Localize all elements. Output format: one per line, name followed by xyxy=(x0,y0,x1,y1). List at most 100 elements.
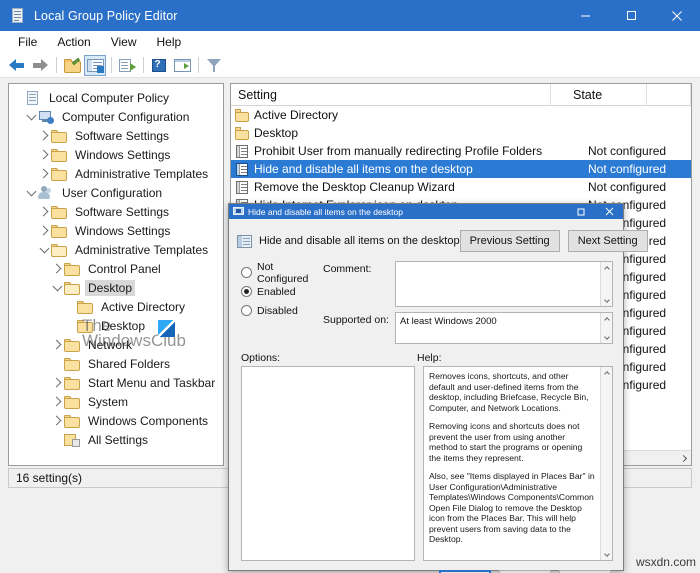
radio-disabled-label: Disabled xyxy=(257,305,298,317)
menu-action[interactable]: Action xyxy=(47,33,100,51)
help-icon: ? xyxy=(151,58,168,73)
options-label: Options: xyxy=(241,352,417,364)
close-button[interactable] xyxy=(654,0,700,31)
menu-file[interactable]: File xyxy=(8,33,47,51)
list-item[interactable]: Prohibit User from manually redirecting … xyxy=(231,142,691,160)
help-button[interactable]: ? xyxy=(148,55,170,76)
tree-item-control-panel[interactable]: Control Panel xyxy=(12,259,223,278)
tree-item-label: Windows Settings xyxy=(72,147,173,163)
tree-item-windows-settings[interactable]: Windows Settings xyxy=(12,145,223,164)
list-item[interactable]: Remove the Desktop Cleanup WizardNot con… xyxy=(231,178,691,196)
radio-enabled[interactable]: Enabled xyxy=(241,282,323,301)
help-scroll-up-button[interactable] xyxy=(605,367,609,378)
comment-scrollbar[interactable] xyxy=(600,262,612,306)
menu-help[interactable]: Help xyxy=(147,33,192,51)
watermark-wsxdn: wsxdn.com xyxy=(636,555,696,569)
comment-scroll-down-button[interactable] xyxy=(605,295,609,306)
tree-collapser[interactable] xyxy=(38,240,51,259)
tree-expander[interactable] xyxy=(51,373,64,392)
next-setting-button[interactable]: Next Setting xyxy=(568,230,648,252)
list-item-setting: Prohibit User from manually redirecting … xyxy=(254,144,570,158)
supported-on-textarea[interactable]: At least Windows 2000 xyxy=(395,312,613,344)
tree-item-desktop[interactable]: Desktop xyxy=(12,278,223,297)
options-panel[interactable] xyxy=(241,366,415,561)
supported-scroll-up-button[interactable] xyxy=(605,313,609,324)
tree-item-all-settings[interactable]: All Settings xyxy=(12,430,223,449)
tree-item-network[interactable]: Network xyxy=(12,335,223,354)
radio-not-configured-label: Not Configured xyxy=(257,261,323,285)
dialog-maximize-button[interactable] xyxy=(567,204,595,219)
window-title: Local Group Policy Editor xyxy=(34,9,178,23)
dialog-titlebar: Hide and disable all items on the deskto… xyxy=(229,204,623,219)
tree-item-administrative-templates[interactable]: Administrative Templates xyxy=(12,240,223,259)
radio-not-configured[interactable]: Not Configured xyxy=(241,263,323,282)
maximize-button[interactable] xyxy=(608,0,654,31)
list-item[interactable]: Hide and disable all items on the deskto… xyxy=(231,160,691,178)
properties-button[interactable] xyxy=(171,55,193,76)
forward-button[interactable] xyxy=(29,55,51,76)
tree-item-local-computer-policy[interactable]: Local Computer Policy xyxy=(12,88,223,107)
folder-icon xyxy=(235,127,249,140)
tree-expander[interactable] xyxy=(38,145,51,164)
scroll-right-button[interactable] xyxy=(676,452,691,465)
minimize-button[interactable] xyxy=(562,0,608,31)
column-header-comment[interactable] xyxy=(647,84,691,106)
tree-expander[interactable] xyxy=(38,164,51,183)
comment-scroll-up-button[interactable] xyxy=(605,262,609,273)
tree-expander[interactable] xyxy=(38,126,51,145)
help-paragraph: Removing icons and shortcuts does not pr… xyxy=(429,421,596,463)
state-radio-group: Not Configured Enabled Disabled xyxy=(241,261,323,349)
help-panel[interactable]: Removes icons, shortcuts, and other defa… xyxy=(423,366,613,561)
radio-disabled[interactable]: Disabled xyxy=(241,301,323,320)
previous-setting-button[interactable]: Previous Setting xyxy=(460,230,560,252)
filter-button[interactable] xyxy=(203,55,225,76)
help-scrollbar[interactable] xyxy=(600,367,612,560)
tree-item-active-directory[interactable]: Active Directory xyxy=(12,297,223,316)
show-hide-tree-button[interactable] xyxy=(84,55,106,76)
tree-spacer xyxy=(64,316,77,335)
tree-item-windows-components[interactable]: Windows Components xyxy=(12,411,223,430)
up-one-level-button[interactable] xyxy=(61,55,83,76)
help-scroll-down-button[interactable] xyxy=(605,549,609,560)
tree-collapser[interactable] xyxy=(25,183,38,202)
list-item[interactable]: Desktop xyxy=(231,124,691,142)
tree-item-system[interactable]: System xyxy=(12,392,223,411)
tree-item-computer-configuration[interactable]: Computer Configuration xyxy=(12,107,223,126)
tree-expander[interactable] xyxy=(38,221,51,240)
tree-item-start-menu-and-taskbar[interactable]: Start Menu and Taskbar xyxy=(12,373,223,392)
dialog-close-button[interactable] xyxy=(595,204,623,219)
tree-item-shared-folders[interactable]: Shared Folders xyxy=(12,354,223,373)
list-item[interactable]: Active Directory xyxy=(231,106,691,124)
back-button[interactable] xyxy=(6,55,28,76)
tree-item-software-settings[interactable]: Software Settings xyxy=(12,126,223,145)
tree-expander[interactable] xyxy=(51,411,64,430)
menu-view[interactable]: View xyxy=(101,33,147,51)
tree-item-label: Software Settings xyxy=(72,204,172,220)
tree-item-user-configuration[interactable]: User Configuration xyxy=(12,183,223,202)
tree-expander[interactable] xyxy=(38,202,51,221)
tree-item-software-settings[interactable]: Software Settings xyxy=(12,202,223,221)
up-folder-icon xyxy=(64,58,81,73)
comment-textarea[interactable] xyxy=(395,261,613,307)
tree-item-desktop[interactable]: Desktop xyxy=(12,316,223,335)
tree-collapser[interactable] xyxy=(25,107,38,126)
radio-disabled-indicator[interactable] xyxy=(241,305,252,316)
column-header-setting[interactable]: Setting xyxy=(231,84,551,106)
radio-enabled-indicator[interactable] xyxy=(241,286,252,297)
setting-icon xyxy=(235,163,249,176)
tree-expander[interactable] xyxy=(51,392,64,411)
supported-on-scrollbar[interactable] xyxy=(600,313,612,343)
export-list-button[interactable] xyxy=(116,55,138,76)
radio-not-configured-indicator[interactable] xyxy=(241,267,252,278)
tree-expander[interactable] xyxy=(51,335,64,354)
tree-collapser[interactable] xyxy=(51,278,64,297)
policy-icon xyxy=(25,91,41,105)
folder-icon xyxy=(64,338,80,352)
tree-expander[interactable] xyxy=(51,259,64,278)
dialog-footer: OK Cancel Apply xyxy=(229,561,623,573)
column-header-state[interactable]: State xyxy=(551,84,647,106)
tree-item-administrative-templates[interactable]: Administrative Templates xyxy=(12,164,223,183)
tree-item-windows-settings[interactable]: Windows Settings xyxy=(12,221,223,240)
console-tree-pane[interactable]: Local Computer PolicyComputer Configurat… xyxy=(8,83,224,466)
supported-scroll-down-button[interactable] xyxy=(605,332,609,343)
